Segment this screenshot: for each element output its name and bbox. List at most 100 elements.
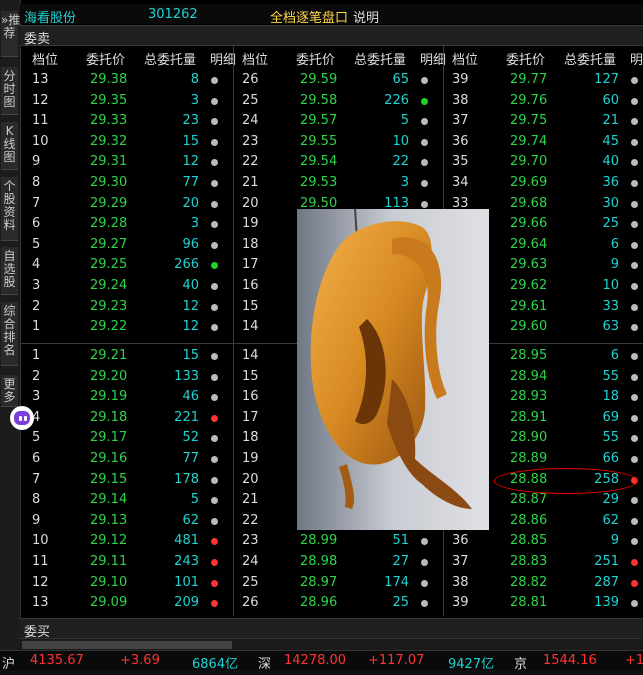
detail-dot-icon[interactable] — [631, 373, 638, 381]
order-price: 29.62 — [510, 278, 548, 293]
order-price: 29.63 — [510, 257, 548, 273]
level-number: 22 — [242, 154, 259, 170]
detail-dot-icon[interactable] — [631, 138, 638, 146]
side-tab[interactable]: 更多 — [1, 375, 18, 407]
detail-dot-icon[interactable] — [421, 138, 428, 146]
detail-dot-icon[interactable] — [631, 456, 638, 463]
detail-dot-icon[interactable] — [421, 579, 428, 587]
detail-dot-icon[interactable] — [421, 118, 428, 126]
detail-dot-icon[interactable] — [631, 538, 638, 546]
level-number: 6 — [32, 216, 41, 232]
side-tab[interactable]: 分时图 — [1, 67, 18, 115]
index-change: +1 — [625, 653, 643, 668]
detail-dot-icon[interactable] — [421, 77, 428, 84]
order-volume: 12 — [182, 298, 199, 314]
detail-dot-icon[interactable] — [211, 138, 218, 146]
detail-dot-icon[interactable] — [631, 303, 638, 311]
detail-dot-icon[interactable] — [631, 435, 638, 443]
detail-dot-icon[interactable] — [631, 324, 638, 332]
detail-dot-icon[interactable] — [211, 600, 218, 608]
detail-dot-icon[interactable] — [211, 97, 218, 105]
detail-dot-icon[interactable] — [631, 159, 638, 167]
detail-dot-icon[interactable] — [211, 118, 218, 126]
detail-dot-icon[interactable] — [211, 241, 218, 249]
detail-dot-icon[interactable] — [631, 497, 638, 505]
mode-label[interactable]: 全档逐笔盘口 — [270, 7, 348, 26]
detail-dot-icon[interactable] — [211, 262, 218, 270]
order-volume: 23 — [182, 113, 199, 129]
detail-dot-icon[interactable] — [211, 435, 218, 443]
order-price: 29.29 — [90, 195, 128, 211]
detail-dot-icon[interactable] — [421, 200, 428, 208]
assistant-robot-icon[interactable] — [10, 406, 34, 430]
detail-dot-icon[interactable] — [211, 579, 218, 587]
side-tab[interactable]: 自选股 — [1, 247, 18, 295]
side-tab[interactable]: 综合排名 — [1, 302, 18, 366]
detail-dot-icon[interactable] — [211, 394, 218, 402]
order-price: 28.96 — [300, 595, 338, 611]
order-volume: 3 — [190, 216, 199, 232]
detail-dot-icon[interactable] — [631, 221, 638, 229]
order-price: 28.87 — [510, 492, 548, 508]
scroll-thumb[interactable] — [22, 641, 232, 649]
column-header: 总委托量 — [144, 53, 197, 68]
detail-dot-icon[interactable] — [211, 303, 218, 311]
detail-dot-icon[interactable] — [631, 394, 638, 402]
help-link[interactable]: 说明 — [353, 7, 379, 26]
detail-dot-icon[interactable] — [631, 97, 638, 105]
detail-dot-icon[interactable] — [631, 283, 638, 290]
detail-dot-icon[interactable] — [211, 559, 218, 566]
level-number: 3 — [32, 278, 41, 293]
detail-dot-icon[interactable] — [211, 77, 218, 84]
order-price: 29.70 — [510, 154, 548, 170]
detail-dot-icon[interactable] — [421, 600, 428, 608]
detail-dot-icon[interactable] — [421, 559, 428, 566]
detail-dot-icon[interactable] — [631, 559, 638, 566]
detail-dot-icon[interactable] — [211, 497, 218, 505]
detail-dot-icon[interactable] — [631, 241, 638, 249]
detail-dot-icon[interactable] — [211, 324, 218, 332]
detail-dot-icon[interactable] — [211, 476, 218, 484]
order-volume: 66 — [602, 451, 619, 466]
detail-dot-icon[interactable] — [211, 517, 218, 525]
buy-section-header: 委买 — [20, 618, 643, 640]
detail-dot-icon[interactable] — [211, 373, 218, 381]
detail-dot-icon[interactable] — [211, 159, 218, 167]
detail-dot-icon[interactable] — [421, 159, 428, 167]
side-tab[interactable]: »推荐 — [1, 11, 20, 57]
order-volume: 62 — [602, 512, 619, 528]
detail-dot-icon[interactable] — [211, 180, 218, 187]
detail-dot-icon[interactable] — [421, 97, 428, 105]
detail-dot-icon[interactable] — [211, 353, 218, 360]
detail-dot-icon[interactable] — [211, 414, 218, 422]
detail-dot-icon[interactable] — [421, 180, 428, 187]
detail-dot-icon[interactable] — [211, 221, 218, 229]
order-price: 29.15 — [90, 471, 128, 487]
detail-dot-icon[interactable] — [631, 77, 638, 84]
order-volume: 52 — [182, 430, 199, 446]
detail-dot-icon[interactable] — [631, 517, 638, 525]
detail-dot-icon[interactable] — [631, 200, 638, 208]
detail-dot-icon[interactable] — [631, 414, 638, 422]
order-price: 29.38 — [90, 72, 128, 87]
detail-dot-icon[interactable] — [211, 200, 218, 208]
detail-dot-icon[interactable] — [421, 538, 428, 546]
detail-dot-icon[interactable] — [211, 283, 218, 290]
detail-dot-icon[interactable] — [631, 262, 638, 270]
order-price: 28.82 — [510, 574, 548, 590]
detail-dot-icon[interactable] — [631, 180, 638, 187]
level-number: 13 — [32, 72, 49, 87]
level-number: 36 — [452, 133, 469, 149]
detail-dot-icon[interactable] — [211, 538, 218, 546]
detail-dot-icon[interactable] — [211, 456, 218, 463]
detail-dot-icon[interactable] — [631, 353, 638, 360]
detail-dot-icon[interactable] — [631, 118, 638, 126]
detail-dot-icon[interactable] — [631, 600, 638, 608]
level-number: 4 — [32, 257, 41, 273]
detail-dot-icon[interactable] — [631, 579, 638, 587]
stock-name[interactable]: 海看股份 — [24, 7, 76, 26]
order-price: 29.13 — [90, 512, 128, 528]
side-tab[interactable]: K线图 — [1, 122, 18, 170]
side-tab[interactable]: 个股资料 — [1, 177, 18, 241]
order-price: 29.60 — [510, 319, 548, 335]
